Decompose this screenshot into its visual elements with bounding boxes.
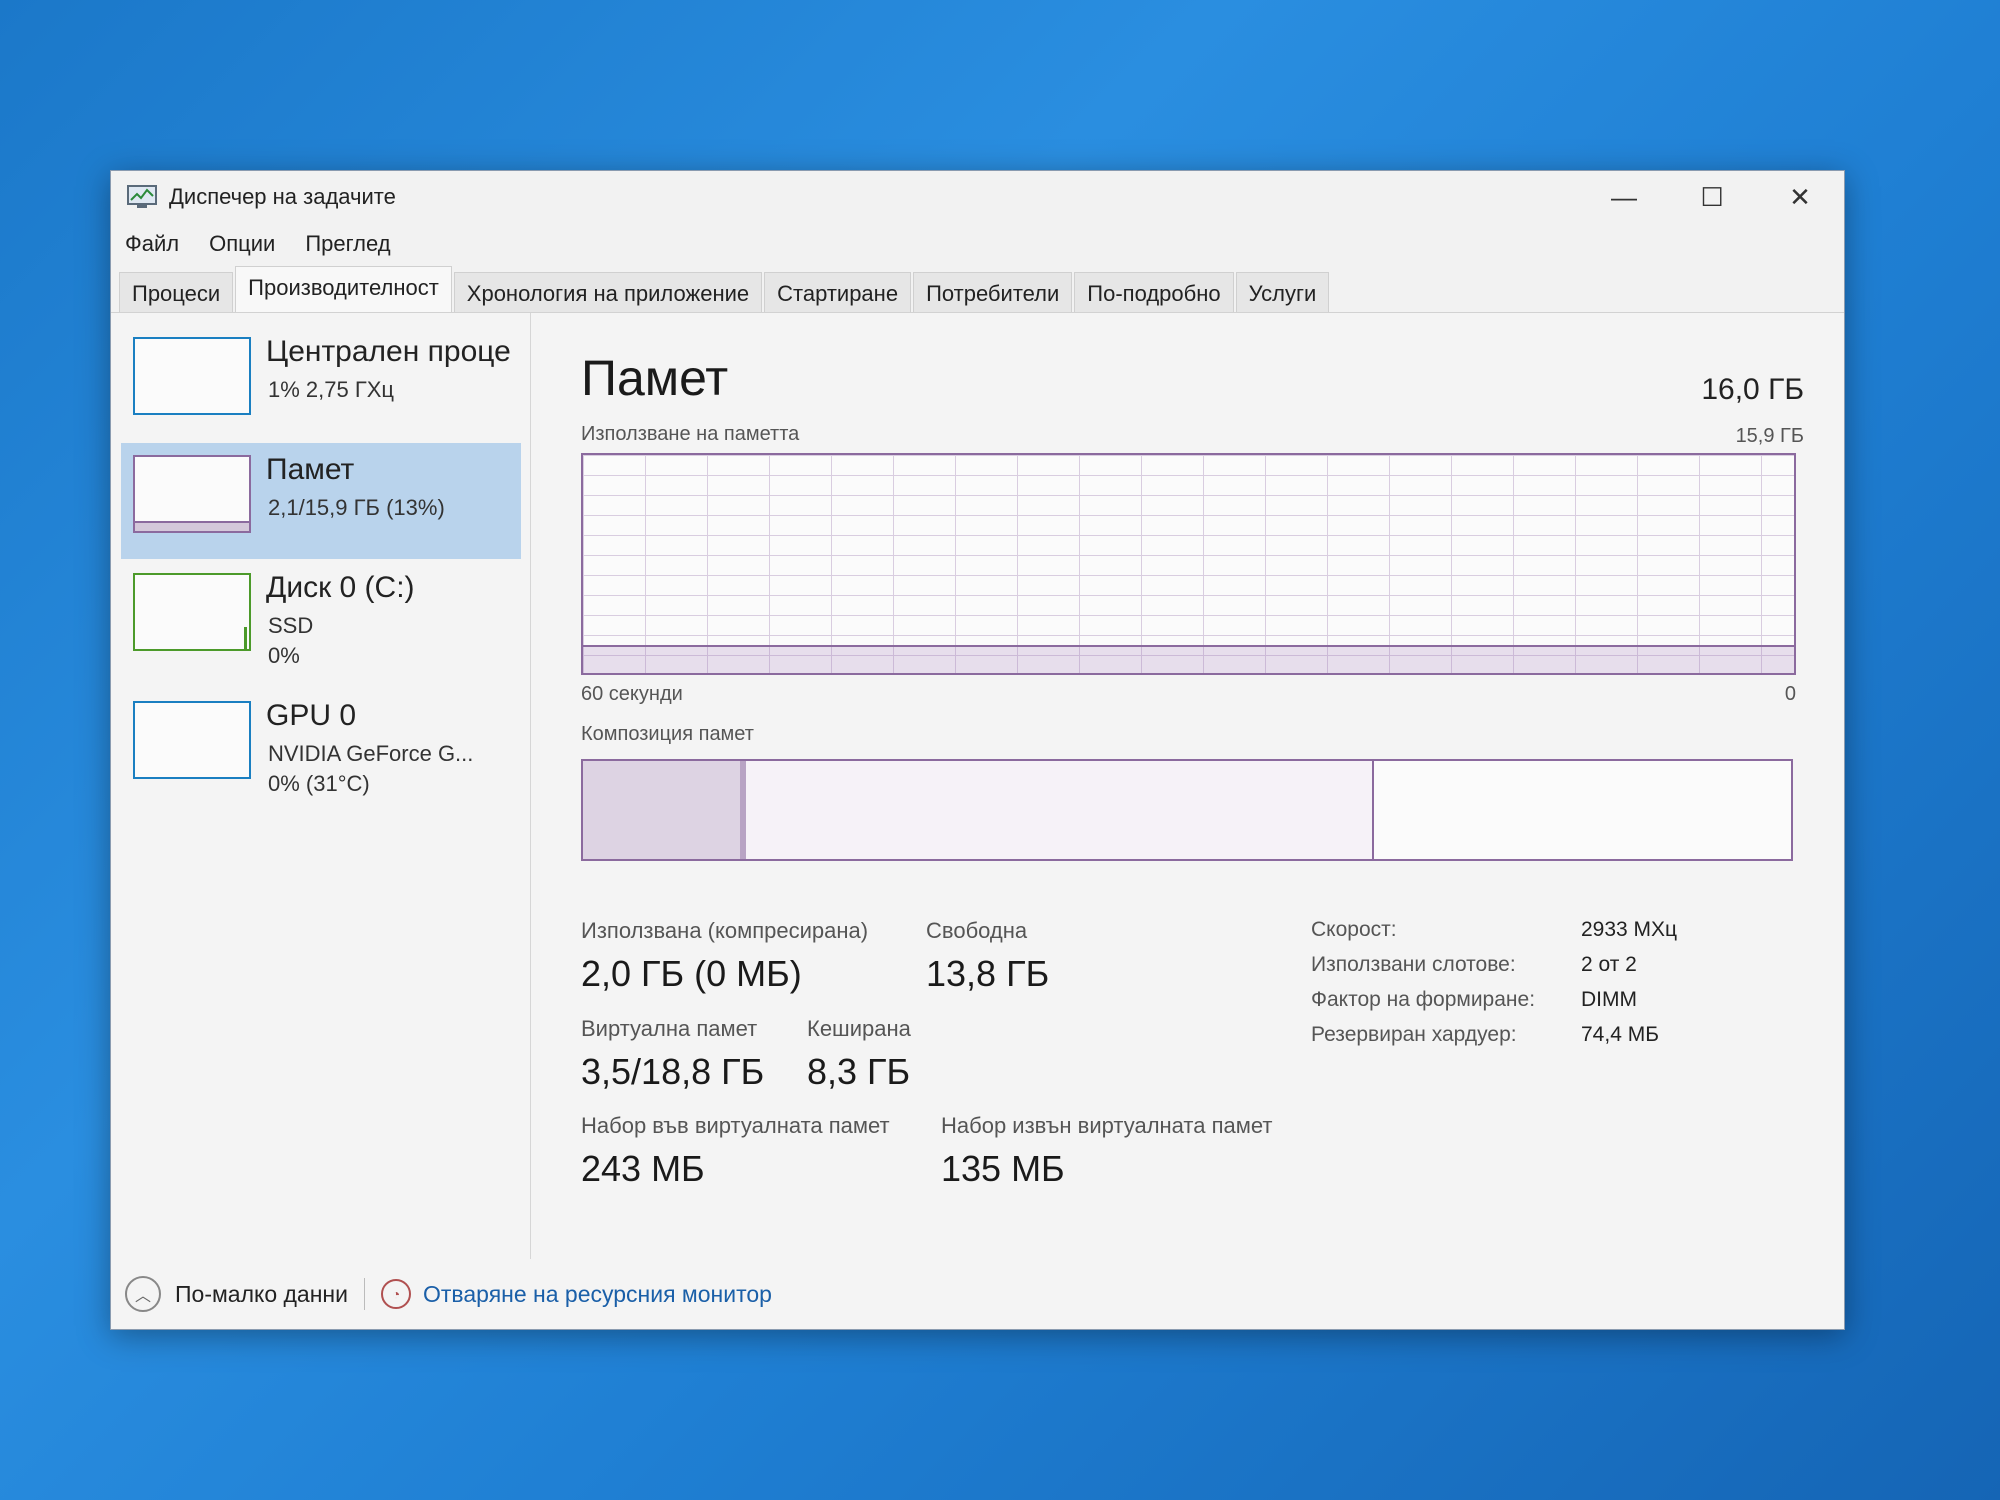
window-title: Диспечер на задачите bbox=[169, 184, 396, 209]
resource-list: Централен проце 1% 2,75 ГХц Памет 2,1/15… bbox=[111, 313, 531, 1259]
reserved-label: Резервиран хардуер: bbox=[1311, 1023, 1517, 1046]
cpu-thumbnail-graph bbox=[133, 337, 251, 415]
sidebar-item-detail: NVIDIA GeForce G... bbox=[268, 741, 474, 766]
tab-services[interactable]: Услуги bbox=[1235, 272, 1330, 312]
close-button[interactable]: ✕ bbox=[1756, 171, 1844, 223]
memory-thumbnail-graph bbox=[133, 455, 251, 533]
menu-bar: Файл Опции Преглед bbox=[111, 223, 1844, 265]
gpu-thumbnail-graph bbox=[133, 701, 251, 779]
performance-content: Централен проце 1% 2,75 ГХц Памет 2,1/15… bbox=[111, 313, 1844, 1259]
cached-value: 8,3 ГБ bbox=[807, 1051, 911, 1092]
sidebar-item-label: Памет bbox=[266, 453, 355, 486]
composition-in-use bbox=[583, 761, 741, 859]
memory-usage-fill bbox=[583, 644, 1794, 673]
reserved-value: 74,4 МБ bbox=[1581, 1023, 1659, 1046]
paged-pool-value: 243 МБ bbox=[581, 1148, 705, 1189]
sidebar-item-label: GPU 0 bbox=[266, 699, 357, 732]
composition-standby bbox=[746, 761, 1375, 859]
composition-free bbox=[1374, 761, 1791, 859]
task-manager-app-icon bbox=[127, 185, 157, 208]
sidebar-item-disk[interactable]: Диск 0 (C:) SSD 0% bbox=[121, 561, 521, 677]
menu-file[interactable]: Файл bbox=[125, 231, 179, 257]
memory-detail-pane: Памет 16,0 ГБ Използване на паметта 15,9… bbox=[581, 313, 1804, 1259]
paged-pool-label: Набор във виртуалната памет bbox=[581, 1113, 890, 1138]
used-label: Използвана (компресирана) bbox=[581, 918, 869, 943]
slots-value: 2 от 2 bbox=[1581, 953, 1637, 976]
sidebar-item-detail: 1% 2,75 ГХц bbox=[268, 377, 395, 402]
maximize-button[interactable]: ☐ bbox=[1668, 171, 1756, 223]
sidebar-item-detail: 2,1/15,9 ГБ (13%) bbox=[268, 495, 445, 520]
memory-usage-graph bbox=[581, 453, 1796, 675]
task-manager-window: Диспечер на задачите — ☐ ✕ Файл Опции Пр… bbox=[110, 170, 1845, 1330]
fewer-details-button[interactable]: По-малко данни bbox=[175, 1281, 348, 1308]
tab-startup[interactable]: Стартиране bbox=[764, 272, 912, 312]
speed-value: 2933 МХц bbox=[1581, 918, 1678, 941]
tab-strip: Процеси Производителност Хронология на п… bbox=[111, 265, 1844, 313]
tab-users[interactable]: Потребители bbox=[913, 272, 1073, 312]
nonpaged-pool-value: 135 МБ bbox=[941, 1148, 1065, 1189]
usage-graph-max: 15,9 ГБ bbox=[1735, 425, 1804, 447]
tab-processes[interactable]: Процеси bbox=[119, 272, 234, 312]
nonpaged-pool-label: Набор извън виртуалната памет bbox=[941, 1113, 1273, 1138]
free-value: 13,8 ГБ bbox=[926, 953, 1050, 994]
sidebar-item-label: Централен проце bbox=[266, 335, 511, 368]
sidebar-item-label: Диск 0 (C:) bbox=[266, 571, 415, 604]
used-value: 2,0 ГБ (0 МБ) bbox=[581, 953, 802, 994]
sidebar-item-memory[interactable]: Памет 2,1/15,9 ГБ (13%) bbox=[121, 443, 521, 559]
resource-monitor-icon[interactable]: ◔ bbox=[380, 1279, 411, 1309]
menu-options[interactable]: Опции bbox=[209, 231, 275, 257]
sidebar-item-gpu[interactable]: GPU 0 NVIDIA GeForce G... 0% (31°C) bbox=[121, 689, 521, 805]
graph-axis-right: 0 bbox=[1784, 683, 1796, 705]
minimize-button[interactable]: — bbox=[1580, 171, 1668, 223]
sidebar-item-detail: SSD bbox=[268, 613, 314, 638]
tab-performance[interactable]: Производителност bbox=[235, 266, 452, 312]
page-title: Памет bbox=[581, 350, 729, 406]
footer-divider bbox=[363, 1278, 365, 1310]
cached-label: Кеширана bbox=[807, 1016, 911, 1041]
tab-app-history[interactable]: Хронология на приложение bbox=[453, 272, 763, 312]
title-bar: Диспечер на задачите — ☐ ✕ bbox=[111, 171, 1844, 223]
open-resource-monitor-link[interactable]: Отваряне на ресурсния монитор bbox=[423, 1281, 772, 1308]
form-factor-value: DIMM bbox=[1581, 988, 1637, 1011]
menu-view[interactable]: Преглед bbox=[305, 231, 390, 257]
virtual-value: 3,5/18,8 ГБ bbox=[581, 1051, 765, 1092]
memory-composition-bar bbox=[581, 759, 1793, 861]
sidebar-item-detail: 0% (31°C) bbox=[268, 771, 370, 796]
disk-thumbnail-graph bbox=[133, 573, 251, 651]
virtual-label: Виртуална памет bbox=[581, 1016, 758, 1041]
usage-graph-label: Използване на паметта bbox=[581, 423, 800, 445]
tab-details[interactable]: По-подробно bbox=[1074, 272, 1234, 312]
graph-axis-left: 60 секунди bbox=[581, 683, 683, 705]
speed-label: Скорост: bbox=[1311, 918, 1397, 941]
composition-label: Композиция памет bbox=[581, 723, 754, 745]
free-label: Свободна bbox=[926, 918, 1028, 943]
sidebar-item-detail: 0% bbox=[268, 643, 300, 668]
memory-total: 16,0 ГБ bbox=[1701, 373, 1804, 406]
slots-label: Използвани слотове: bbox=[1311, 953, 1516, 976]
form-factor-label: Фактор на формиране: bbox=[1311, 988, 1536, 1011]
footer-bar: ︿ По-малко данни ◔ Отваряне на ресурсния… bbox=[111, 1259, 1844, 1329]
chevron-up-icon[interactable]: ︿ bbox=[125, 1276, 161, 1312]
sidebar-item-cpu[interactable]: Централен проце 1% 2,75 ГХц bbox=[121, 325, 521, 441]
